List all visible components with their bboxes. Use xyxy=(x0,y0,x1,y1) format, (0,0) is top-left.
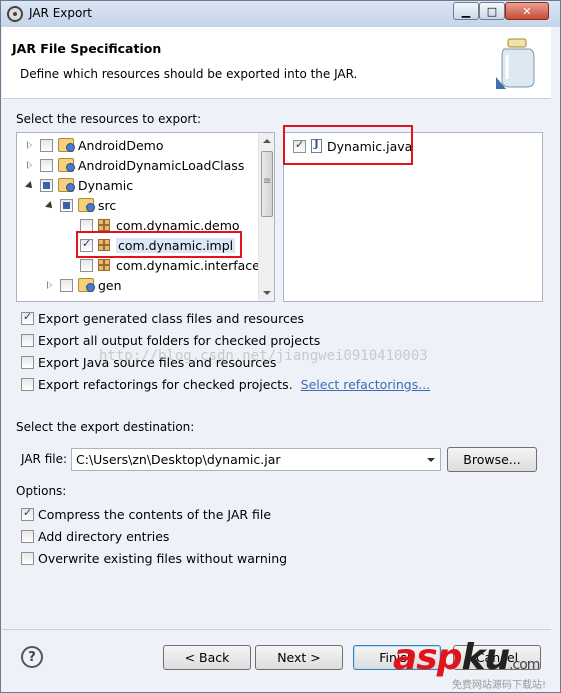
destination-label: Select the export destination: xyxy=(16,420,195,434)
tree-item-label: AndroidDemo xyxy=(78,137,164,153)
package-icon xyxy=(98,219,110,231)
export-output-folders-label: Export all output folders for checked pr… xyxy=(38,332,321,348)
tree-item-src[interactable]: src xyxy=(45,195,116,215)
export-class-files-label: Export generated class files and resourc… xyxy=(38,310,305,326)
directory-entries-label: Add directory entries xyxy=(38,528,170,544)
options-label: Options: xyxy=(16,484,67,498)
browse-button[interactable]: Browse... xyxy=(447,447,537,472)
resource-tree[interactable]: AndroidDemo AndroidDynamicLoadClass Dyna… xyxy=(16,132,275,302)
logo-asp-text: asp xyxy=(393,637,462,678)
tree-scrollbar[interactable] xyxy=(258,133,274,301)
tree-checkbox[interactable] xyxy=(80,218,93,232)
jar-file-combo[interactable]: C:\Users\zn\Desktop\dynamic.jar xyxy=(71,448,441,471)
tree-checkbox[interactable] xyxy=(80,258,93,272)
title-bar: JAR Export ▁ □ ✕ xyxy=(1,1,560,27)
tree-item-com-dynamic-interfaces[interactable]: com.dynamic.interfaces xyxy=(75,255,266,275)
window-title: JAR Export xyxy=(29,6,92,20)
export-refactorings-checkbox[interactable] xyxy=(21,377,34,391)
tree-checkbox[interactable] xyxy=(40,158,53,172)
overwrite-label: Overwrite existing files without warning xyxy=(38,550,288,566)
tree-item-label: src xyxy=(98,197,117,213)
export-class-files-checkbox[interactable] xyxy=(21,310,34,325)
tree-item-androiddynamicloadclass[interactable]: AndroidDynamicLoadClass xyxy=(25,155,244,175)
scroll-up-icon[interactable] xyxy=(263,139,271,143)
tree-item-label: gen xyxy=(98,277,122,293)
tree-checkbox[interactable] xyxy=(60,278,73,292)
expand-arrow-icon[interactable] xyxy=(45,280,55,290)
export-refactorings-label: Export refactorings for checked projects… xyxy=(38,376,293,392)
url-watermark: http://blog.csdn.net/jiangwei0910410003 xyxy=(99,348,428,364)
project-icon xyxy=(58,178,75,192)
page-description: Define which resources should be exporte… xyxy=(20,67,358,81)
collapse-arrow-icon[interactable] xyxy=(25,180,35,190)
compress-label: Compress the contents of the JAR file xyxy=(38,506,272,522)
tree-item-label: com.dynamic.interfaces xyxy=(116,257,267,273)
jar-file-label: JAR file: xyxy=(21,452,68,466)
aspku-logo: aspku.com xyxy=(393,637,540,678)
export-refactorings-option[interactable]: Export refactorings for checked projects… xyxy=(21,376,430,392)
eclipse-icon xyxy=(7,6,23,22)
export-output-folders-checkbox[interactable] xyxy=(21,333,34,347)
footer-separator xyxy=(2,629,551,630)
tree-checkbox[interactable] xyxy=(60,198,73,212)
tree-item-label: AndroidDynamicLoadClass xyxy=(78,157,245,173)
source-folder-icon xyxy=(78,198,95,212)
directory-entries-option[interactable]: Add directory entries xyxy=(21,528,169,544)
expand-arrow-icon[interactable] xyxy=(25,140,35,150)
close-button[interactable]: ✕ xyxy=(505,2,549,20)
maximize-button[interactable]: □ xyxy=(479,2,505,20)
help-icon[interactable]: ? xyxy=(21,646,43,668)
project-icon xyxy=(58,138,75,152)
scroll-thumb[interactable] xyxy=(261,151,273,217)
expand-arrow-icon[interactable] xyxy=(25,160,35,170)
collapse-arrow-icon[interactable] xyxy=(45,200,55,210)
compress-checkbox[interactable] xyxy=(21,506,34,521)
export-output-folders-option[interactable]: Export all output folders for checked pr… xyxy=(21,332,320,348)
wizard-header: JAR File Specification Define which reso… xyxy=(2,27,551,99)
jar-file-value: C:\Users\zn\Desktop\dynamic.jar xyxy=(76,452,281,467)
overwrite-option[interactable]: Overwrite existing files without warning xyxy=(21,550,287,566)
page-title: JAR File Specification xyxy=(12,41,162,56)
source-folder-icon xyxy=(78,278,95,292)
tree-item-label: Dynamic xyxy=(78,177,134,193)
overwrite-checkbox[interactable] xyxy=(21,551,34,565)
tree-checkbox[interactable] xyxy=(40,178,53,192)
tree-checkbox[interactable] xyxy=(40,138,53,152)
minimize-button[interactable]: ▁ xyxy=(453,2,479,20)
compress-option[interactable]: Compress the contents of the JAR file xyxy=(21,506,271,522)
tree-item-androiddemo[interactable]: AndroidDemo xyxy=(25,135,163,155)
package-icon xyxy=(98,259,110,271)
tree-item-gen[interactable]: gen xyxy=(45,275,122,295)
resources-label: Select the resources to export: xyxy=(16,112,202,126)
jar-export-dialog: JAR Export ▁ □ ✕ JAR File Specification … xyxy=(0,0,561,693)
dropdown-arrow-icon[interactable] xyxy=(427,458,435,462)
tree-item-dynamic[interactable]: Dynamic xyxy=(25,175,133,195)
export-class-files-option[interactable]: Export generated class files and resourc… xyxy=(21,310,304,326)
scroll-down-icon[interactable] xyxy=(263,291,271,295)
logo-tagline: 免费网站源码下载站! xyxy=(452,680,547,691)
logo-dotcom-text: .com xyxy=(509,657,540,673)
select-refactorings-link[interactable]: Select refactorings... xyxy=(301,377,430,392)
highlight-box-java xyxy=(283,125,413,165)
directory-entries-checkbox[interactable] xyxy=(21,529,34,543)
highlight-box-impl xyxy=(76,231,242,258)
export-java-source-checkbox[interactable] xyxy=(21,355,34,369)
logo-ku-text: ku xyxy=(461,637,511,678)
back-button[interactable]: < Back xyxy=(163,645,251,670)
next-button[interactable]: Next > xyxy=(255,645,343,670)
jar-icon xyxy=(496,38,535,89)
project-icon xyxy=(58,158,75,172)
